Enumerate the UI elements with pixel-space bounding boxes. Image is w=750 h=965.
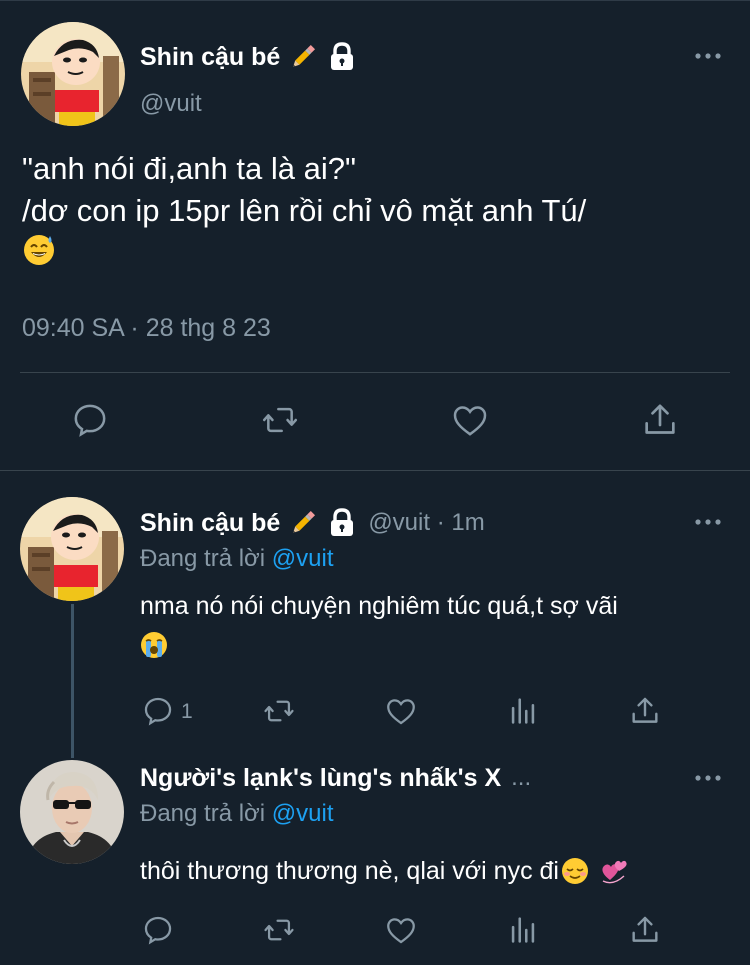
reply-count: 1 <box>181 700 193 723</box>
replying-to-label: Đang trả lời <box>140 800 266 827</box>
reply-icon[interactable] <box>70 400 110 440</box>
like-icon[interactable] <box>450 400 490 440</box>
shin-avatar-icon <box>20 497 124 601</box>
replying-to-label: Đang trả lời <box>140 545 266 572</box>
reply-icon[interactable] <box>141 913 175 947</box>
thread-line <box>71 604 74 758</box>
more-options-icon[interactable] <box>694 514 722 530</box>
replying-to-mention[interactable]: @vuit <box>272 545 334 572</box>
reply-handle-time[interactable]: @vuit · 1m <box>368 509 484 537</box>
retweet-icon[interactable] <box>262 694 296 728</box>
lock-icon <box>328 42 356 72</box>
share-icon[interactable] <box>628 694 662 728</box>
share-icon[interactable] <box>628 913 662 947</box>
reply-author-name[interactable]: Shin cậu bé <box>140 509 280 538</box>
reply-text: thôi thương thương nè, qlai với nyc đi ☺… <box>140 850 629 892</box>
divider <box>0 470 750 471</box>
reply-text-line: thôi thương thương nè, qlai với nyc đi <box>140 857 559 885</box>
reply-text-line: nma nó nói chuyện nghiêm túc quá,t sợ vã… <box>140 592 618 620</box>
sweat-smile-emoji: 😅 <box>22 232 722 276</box>
reply-author-avatar[interactable] <box>20 497 124 601</box>
author-name[interactable]: Shin cậu bé <box>140 43 280 72</box>
analytics-icon[interactable] <box>506 694 540 728</box>
replying-to-mention[interactable]: @vuit <box>272 800 334 827</box>
pencil-icon <box>288 42 318 72</box>
reply-name-row: Người's lạnk's lùng's nhấk's X ... <box>140 762 531 794</box>
loudly-crying-emoji: 😭 <box>140 627 618 673</box>
author-name-row: Shin cậu bé <box>140 40 356 74</box>
lock-icon <box>328 508 356 538</box>
revolving-hearts-emoji <box>599 856 629 886</box>
retweet-icon[interactable] <box>262 913 296 947</box>
tweet-timestamp[interactable]: 09:40 SA · 28 thg 8 23 <box>22 314 271 343</box>
tweet-text: "anh nói đi,anh ta là ai?" /dơ con ip 15… <box>22 148 722 276</box>
share-icon[interactable] <box>640 400 680 440</box>
shin-avatar-icon <box>21 22 125 126</box>
author-handle[interactable]: @vuit <box>140 90 202 118</box>
person-avatar-icon <box>20 760 124 864</box>
analytics-icon[interactable] <box>506 913 540 947</box>
tweet-text-line: /dơ con ip 15pr lên rồi chỉ vô mặt anh T… <box>22 193 587 228</box>
name-ellipsis: ... <box>511 764 532 791</box>
main-tweet: Shin cậu bé @vuit "anh nói đi,anh ta là … <box>0 0 750 470</box>
like-icon[interactable] <box>384 694 418 728</box>
relieved-emoji <box>561 857 589 885</box>
reply-icon[interactable] <box>141 694 175 728</box>
more-options-icon[interactable] <box>694 770 722 786</box>
replying-to: Đang trả lời @vuit <box>140 800 334 828</box>
reply-name-row: Shin cậu bé @vuit · 1m <box>140 507 485 539</box>
reply-author-avatar[interactable] <box>20 760 124 864</box>
more-options-icon[interactable] <box>694 48 722 64</box>
reply-author-name[interactable]: Người's lạnk's lùng's nhấk's X <box>140 764 501 793</box>
retweet-icon[interactable] <box>260 400 300 440</box>
author-avatar[interactable] <box>21 22 125 126</box>
reply-text: nma nó nói chuyện nghiêm túc quá,t sợ vã… <box>140 585 618 673</box>
separator <box>20 372 730 373</box>
replying-to: Đang trả lời @vuit <box>140 545 334 573</box>
like-icon[interactable] <box>384 913 418 947</box>
tweet-text-line: "anh nói đi,anh ta là ai?" <box>22 151 356 186</box>
pencil-icon <box>288 508 318 538</box>
